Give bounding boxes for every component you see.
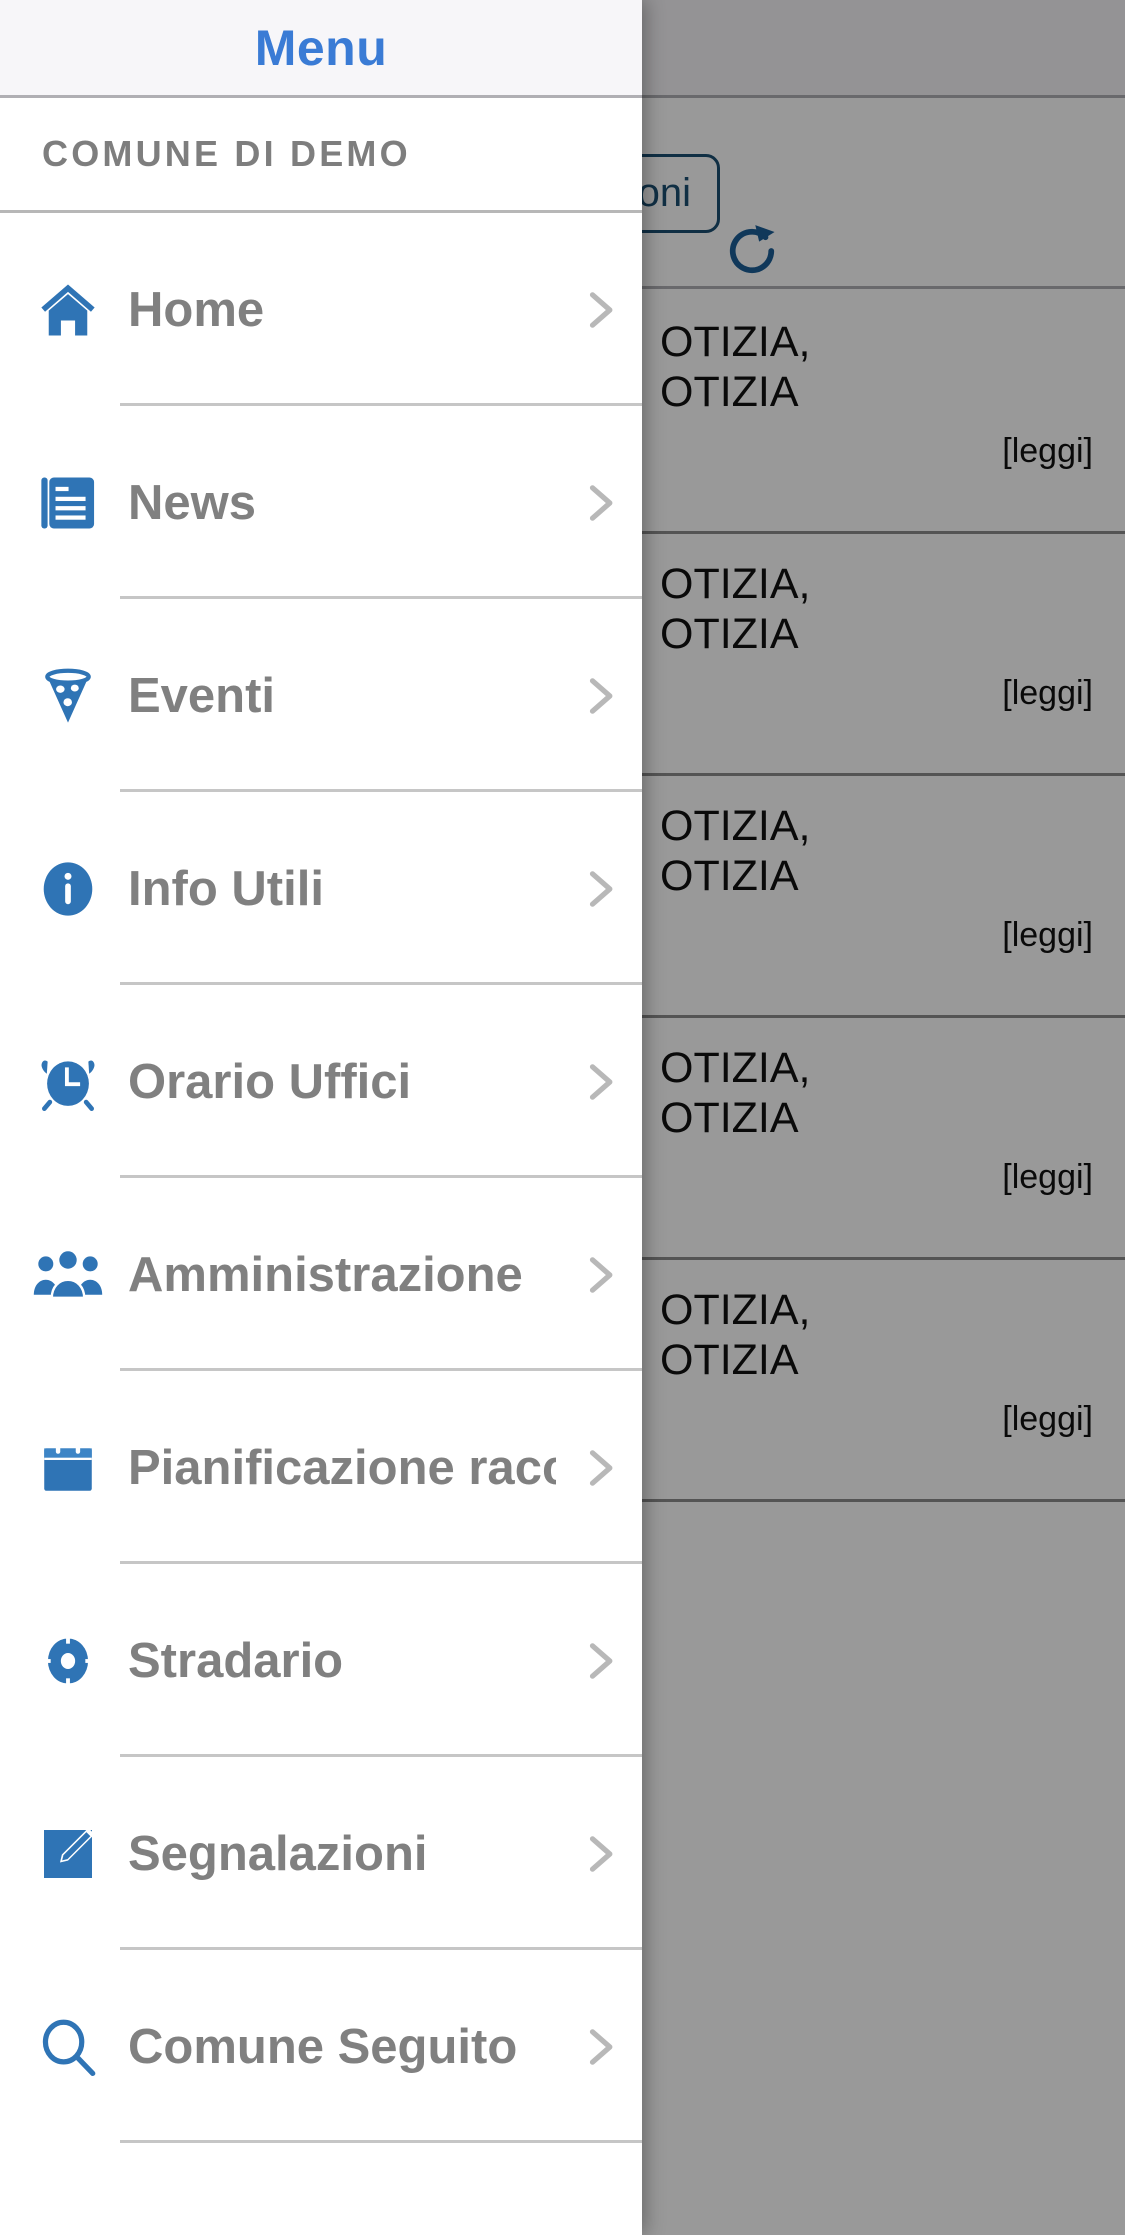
sidebar-item-label: Segnalazioni [128,1826,428,1881]
news-read-link[interactable]: [leggi] [660,916,1093,955]
sidebar-item-label: Stradario [128,1633,344,1688]
sidebar-item-orario-uffici[interactable]: Orario Uffici [0,985,642,1178]
chevron-right-icon [556,1828,642,1880]
crosshair-icon [8,1628,128,1694]
chevron-right-icon [556,1249,642,1301]
sidebar-item-info-utili[interactable]: Info Utili [0,792,642,985]
sidebar-item-home[interactable]: Home [0,213,642,406]
sidebar-item-label: Eventi [128,668,276,723]
info-circle-icon [8,858,128,920]
sidebar-item-pianificazione-raccolta[interactable]: Pianificazione raccolta ri... [0,1371,642,1564]
chevron-right-icon [556,477,642,529]
news-read-link[interactable]: [leggi] [660,674,1093,713]
pizza-slice-icon [8,662,128,730]
sidebar-item-label: Home [128,282,265,337]
chevron-right-icon [556,2021,642,2073]
chevron-right-icon [556,284,642,336]
news-icon [8,469,128,537]
sidebar-item-news[interactable]: News [0,406,642,599]
sidebar-item-label: Pianificazione raccolta ri... [128,1440,556,1495]
drawer-subtitle-row: COMUNE DI DEMO [0,98,642,213]
news-title: OTIZIA, OTIZIA [660,560,811,658]
page-title: Menu [254,19,388,76]
chevron-right-icon [556,1442,642,1494]
news-title: OTIZIA, OTIZIA [660,318,811,416]
news-title: OTIZIA, OTIZIA [660,802,811,900]
news-read-link[interactable]: [leggi] [660,1400,1093,1439]
sidebar-item-label: Info Utili [128,861,324,916]
refresh-icon[interactable] [719,218,785,284]
sidebar-item-amministrazione[interactable]: Amministrazione [0,1178,642,1371]
app-screen: zioni OTIZIA, OTIZIA [leggi] OTIZIA, OTI… [0,0,1125,2235]
drawer-header: Menu [0,0,642,98]
news-title: OTIZIA, OTIZIA [660,1286,811,1384]
edit-pencil-icon [8,1822,128,1886]
sidebar-item-stradario[interactable]: Stradario [0,1564,642,1757]
chevron-right-icon [556,1635,642,1687]
sidebar-item-label: News [128,475,257,530]
alarm-clock-icon [8,1049,128,1115]
calendar-icon [8,1437,128,1499]
search-icon [8,2014,128,2080]
sidebar-item-label: Orario Uffici [128,1054,412,1109]
sidebar-item-label: Comune Seguito [128,2019,518,2074]
chevron-right-icon [556,863,642,915]
news-read-link[interactable]: [leggi] [660,432,1093,471]
sidebar-item-comune-seguito[interactable]: Comune Seguito [0,1950,642,2143]
chevron-right-icon [556,670,642,722]
home-icon [8,276,128,344]
news-read-link[interactable]: [leggi] [660,1158,1093,1197]
sidebar-item-label: Amministrazione [128,1247,523,1302]
chevron-right-icon [556,1056,642,1108]
sidebar-item-segnalazioni[interactable]: Segnalazioni [0,1757,642,1950]
municipality-name: COMUNE DI DEMO [42,133,411,174]
drawer-menu-list: Home News Eventi Info Utili Orario Uffic… [0,213,642,2143]
people-group-icon [8,1239,128,1311]
sidebar-item-eventi[interactable]: Eventi [0,599,642,792]
navigation-drawer: Menu COMUNE DI DEMO Home News Eventi Inf… [0,0,642,2235]
news-title: OTIZIA, OTIZIA [660,1044,811,1142]
